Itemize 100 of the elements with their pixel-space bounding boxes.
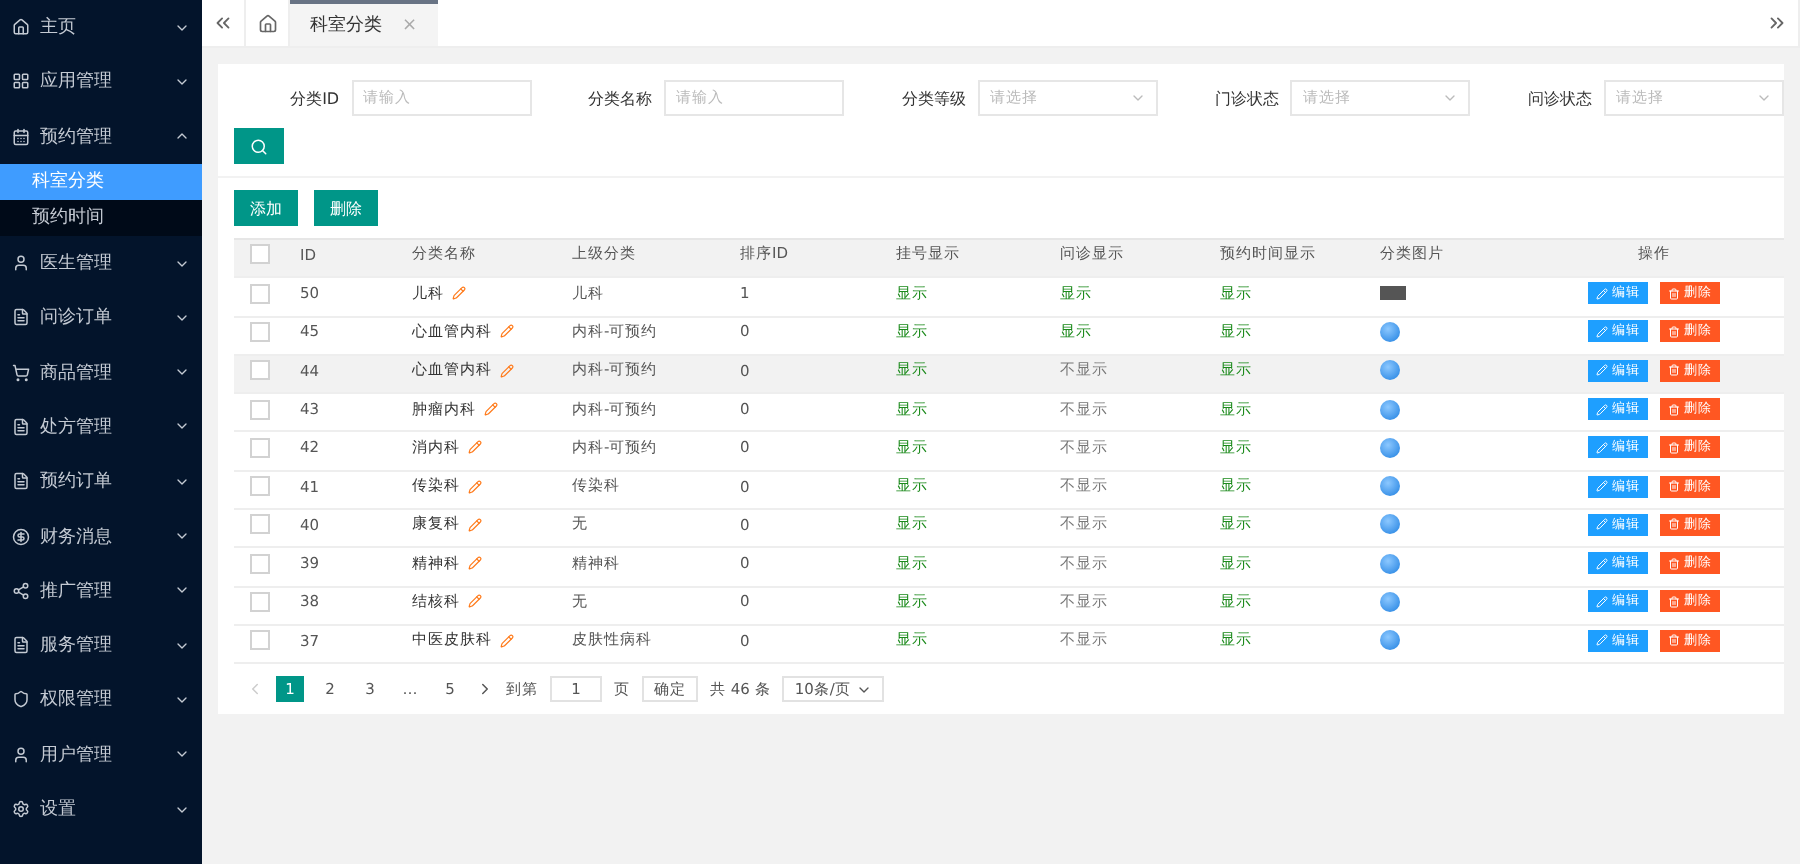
pencil-icon	[1596, 557, 1608, 570]
menu-item-icon	[12, 127, 30, 146]
pencil-icon[interactable]	[468, 556, 482, 571]
row-checkbox[interactable]	[250, 553, 270, 574]
collapse-icon[interactable]	[212, 12, 234, 34]
pencil-icon[interactable]	[468, 594, 482, 609]
sidebar-subitem[interactable]: 预约时间	[0, 199, 202, 236]
menu-item-icon	[12, 745, 30, 764]
filter-label: 分类名称	[588, 87, 653, 109]
filter-label: 问诊状态	[1527, 87, 1592, 109]
menu-item-icon	[12, 581, 30, 600]
photo-placeholder	[1380, 286, 1406, 301]
pencil-icon	[1596, 480, 1608, 493]
pencil-icon	[1596, 364, 1608, 377]
row-checkbox[interactable]	[250, 360, 270, 381]
sidebar-item[interactable]: 主页	[0, 0, 202, 55]
pencil-icon[interactable]	[500, 324, 514, 339]
next-page-icon[interactable]	[476, 680, 494, 699]
sidebar-item[interactable]: 医生管理	[0, 235, 202, 291]
trash-icon	[1668, 325, 1680, 338]
pencil-icon	[1596, 325, 1608, 338]
menu-item-icon	[12, 472, 30, 491]
menu-item-icon	[12, 636, 30, 655]
row-checkbox[interactable]	[250, 399, 270, 419]
trash-icon	[1668, 557, 1680, 570]
category-image-icon	[1380, 476, 1400, 497]
row-checkbox[interactable]	[250, 514, 270, 535]
search-button[interactable]	[234, 128, 284, 164]
dropdown-caret-icon	[1442, 90, 1459, 106]
pencil-icon[interactable]	[500, 363, 514, 378]
menu-item-icon	[12, 308, 30, 327]
menu-item-icon	[12, 417, 30, 436]
pencil-icon[interactable]	[484, 402, 498, 416]
pencil-icon[interactable]	[468, 440, 482, 455]
trash-icon	[1668, 364, 1680, 377]
home-icon[interactable]	[257, 13, 277, 33]
sidebar-item[interactable]: 财务消息	[0, 508, 202, 564]
category-image-icon	[1380, 553, 1400, 574]
menu-item-icon	[12, 690, 30, 709]
trash-icon	[1668, 634, 1680, 647]
menu-item-icon	[12, 254, 30, 273]
trash-icon	[1668, 403, 1680, 415]
pencil-icon[interactable]	[500, 633, 514, 648]
pencil-icon	[1596, 287, 1608, 300]
select-all-checkbox[interactable]	[250, 244, 270, 265]
row-checkbox[interactable]	[250, 283, 270, 304]
previous-page-icon[interactable]	[246, 680, 264, 699]
menu-item-icon	[12, 527, 30, 546]
category-image-icon	[1380, 630, 1400, 651]
tab-close-button[interactable]: ×	[402, 15, 418, 35]
sidebar-item[interactable]: 用户管理	[0, 727, 202, 782]
row-checkbox[interactable]	[250, 476, 270, 497]
category-image-icon	[1380, 437, 1400, 458]
pencil-icon[interactable]	[468, 517, 482, 532]
pencil-icon	[1596, 403, 1608, 415]
search-icon	[250, 137, 268, 155]
sidebar-item[interactable]: 权限管理	[0, 672, 202, 728]
sidebar-item[interactable]: 预约管理	[0, 109, 202, 164]
pencil-icon[interactable]	[468, 479, 482, 494]
row-checkbox[interactable]	[250, 591, 270, 612]
category-image-icon	[1380, 360, 1400, 381]
dropdown-caret-icon	[1755, 90, 1772, 106]
trash-icon	[1668, 441, 1680, 454]
category-image-icon	[1380, 321, 1400, 342]
sidebar-item[interactable]: 应用管理	[0, 54, 202, 110]
row-checkbox[interactable]	[250, 630, 270, 651]
menu-item-icon	[12, 800, 30, 818]
trash-icon	[1668, 595, 1680, 608]
filter-label: 分类ID	[290, 87, 340, 109]
pencil-icon	[1596, 441, 1608, 454]
sidebar-item[interactable]: 处方管理	[0, 399, 202, 455]
dropdown-caret-icon	[1129, 90, 1146, 106]
category-image-icon	[1380, 514, 1400, 535]
menu-item-icon	[12, 363, 30, 382]
pencil-icon	[1596, 518, 1608, 531]
scroll-right-icon[interactable]	[1766, 12, 1788, 34]
sidebar-subitem[interactable]: 科室分类	[0, 163, 202, 200]
trash-icon	[1668, 287, 1680, 300]
trash-icon	[1668, 518, 1680, 531]
filter-label: 门诊状态	[1214, 87, 1279, 109]
sidebar-item[interactable]: 商品管理	[0, 344, 202, 400]
sidebar-item[interactable]: 服务管理	[0, 617, 202, 673]
trash-icon	[1668, 480, 1680, 493]
row-checkbox[interactable]	[250, 321, 270, 342]
menu-item-icon	[12, 72, 30, 91]
filter-label: 分类等级	[901, 87, 966, 109]
row-checkbox[interactable]	[250, 437, 270, 458]
sidebar-item[interactable]: 问诊订单	[0, 290, 202, 345]
add-button[interactable]: 添加	[234, 190, 298, 226]
category-image-icon	[1380, 399, 1400, 419]
page-tab[interactable]: 科室分类 ×	[290, 0, 438, 46]
sidebar-item[interactable]: 推广管理	[0, 563, 202, 618]
pencil-icon[interactable]	[452, 286, 466, 301]
pencil-icon	[1596, 595, 1608, 608]
category-image-icon	[1380, 591, 1400, 612]
sidebar-item[interactable]: 设置	[0, 781, 202, 837]
sidebar-item[interactable]: 预约订单	[0, 454, 202, 509]
delete-button[interactable]: 删除	[314, 190, 378, 226]
menu-item-icon	[12, 18, 30, 37]
pencil-icon	[1596, 634, 1608, 647]
